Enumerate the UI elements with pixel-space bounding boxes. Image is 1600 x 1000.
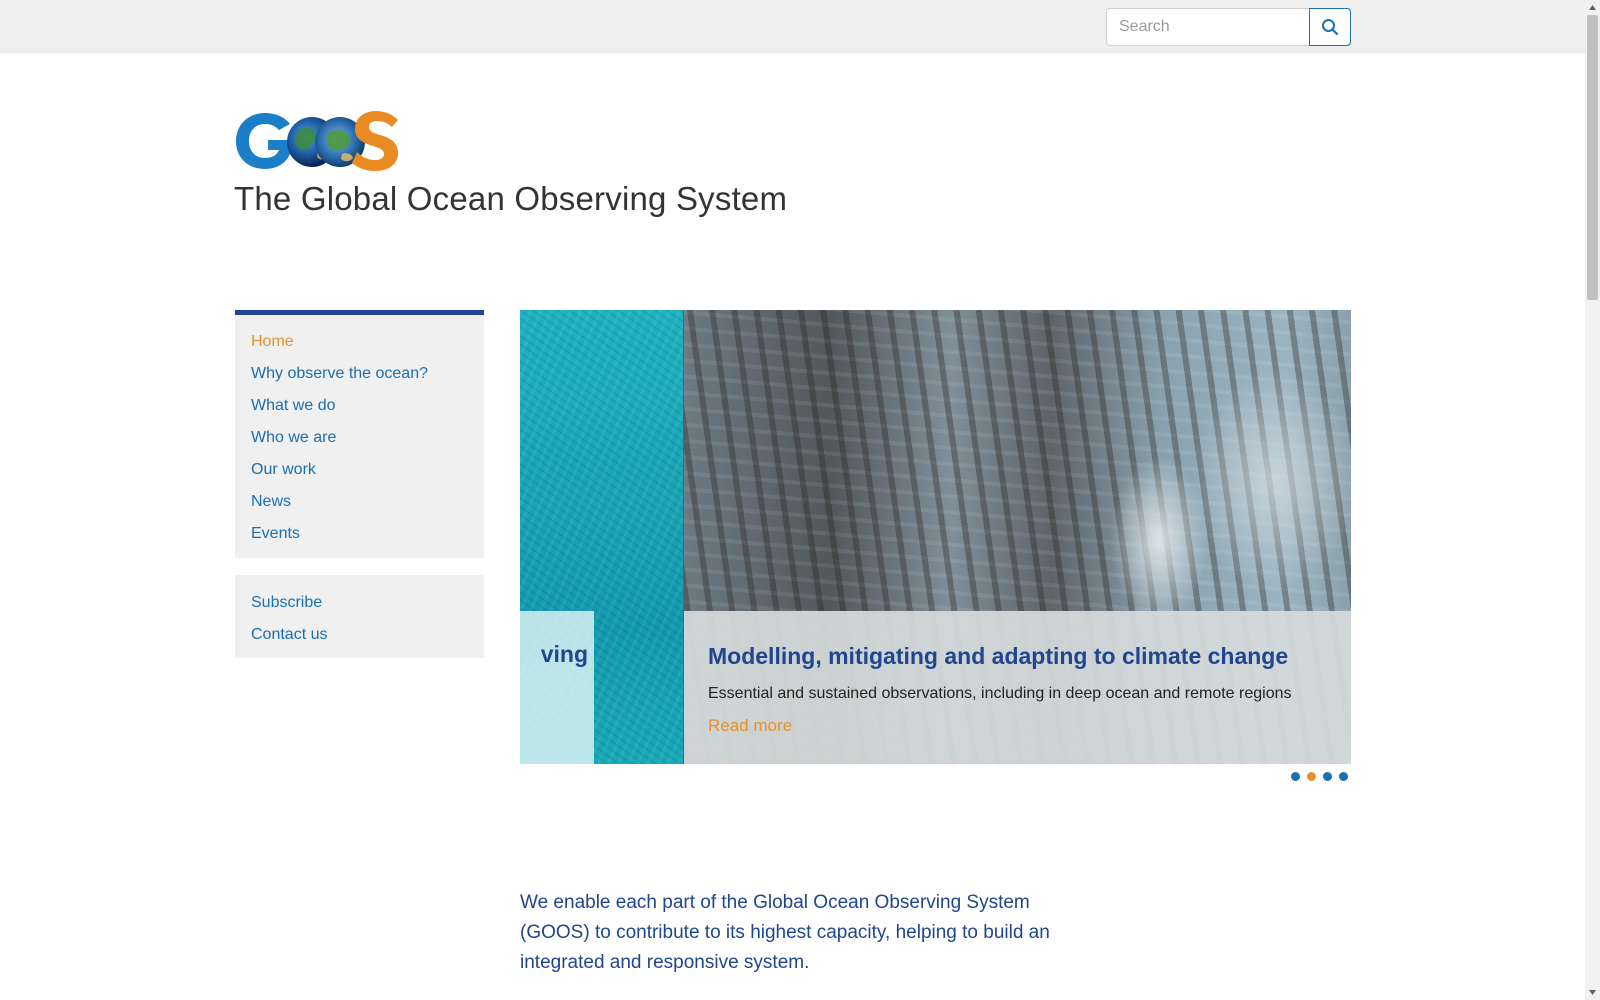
goos-logo[interactable] <box>234 110 400 172</box>
top-bar <box>0 0 1585 53</box>
read-more-link[interactable]: Read more <box>708 716 792 736</box>
current-slide[interactable]: Modelling, mitigating and adapting to cl… <box>684 310 1351 764</box>
nav-item-events[interactable]: Events <box>251 524 484 544</box>
slide-description: Essential and sustained observations, in… <box>708 685 1292 702</box>
page-scrollbar[interactable] <box>1585 0 1600 1000</box>
scroll-up-arrow-icon[interactable] <box>1585 0 1600 15</box>
previous-slide[interactable]: ving <box>520 310 684 764</box>
previous-slide-caption: ving <box>520 611 594 764</box>
scroll-down-arrow-icon[interactable] <box>1585 985 1600 1000</box>
hero-slider: ving Modelling, mitigating and adapting … <box>520 310 1351 764</box>
slide-title[interactable]: Modelling, mitigating and adapting to cl… <box>708 643 1327 670</box>
search-button[interactable] <box>1309 8 1351 46</box>
nav-item-contact-us[interactable]: Contact us <box>251 625 484 645</box>
nav-item-home[interactable]: Home <box>251 332 484 352</box>
scroll-thumb[interactable] <box>1587 15 1598 300</box>
slider-dots <box>1291 772 1348 781</box>
nav-item-news[interactable]: News <box>251 492 484 512</box>
site-title: The Global Ocean Observing System <box>234 180 788 217</box>
intro-text: We enable each part of the Global Ocean … <box>520 892 1050 973</box>
search-icon <box>1322 19 1339 36</box>
nav-item-subscribe[interactable]: Subscribe <box>251 593 484 613</box>
secondary-nav: Subscribe Contact us <box>235 575 484 658</box>
current-slide-caption: Modelling, mitigating and adapting to cl… <box>684 611 1351 764</box>
slider-dot-1[interactable] <box>1291 772 1300 781</box>
slider-dot-3[interactable] <box>1323 772 1332 781</box>
nav-item-our-work[interactable]: Our work <box>251 460 484 480</box>
search-input[interactable] <box>1106 8 1310 46</box>
nav-item-what-we-do[interactable]: What we do <box>251 396 484 416</box>
slider-dot-4[interactable] <box>1339 772 1348 781</box>
slider-dot-2[interactable] <box>1307 772 1316 781</box>
nav-item-why-observe[interactable]: Why observe the ocean? <box>251 364 484 384</box>
nav-item-who-we-are[interactable]: Who we are <box>251 428 484 448</box>
primary-nav: Home Why observe the ocean? What we do W… <box>235 310 484 558</box>
previous-slide-title[interactable]: ving <box>541 641 588 668</box>
